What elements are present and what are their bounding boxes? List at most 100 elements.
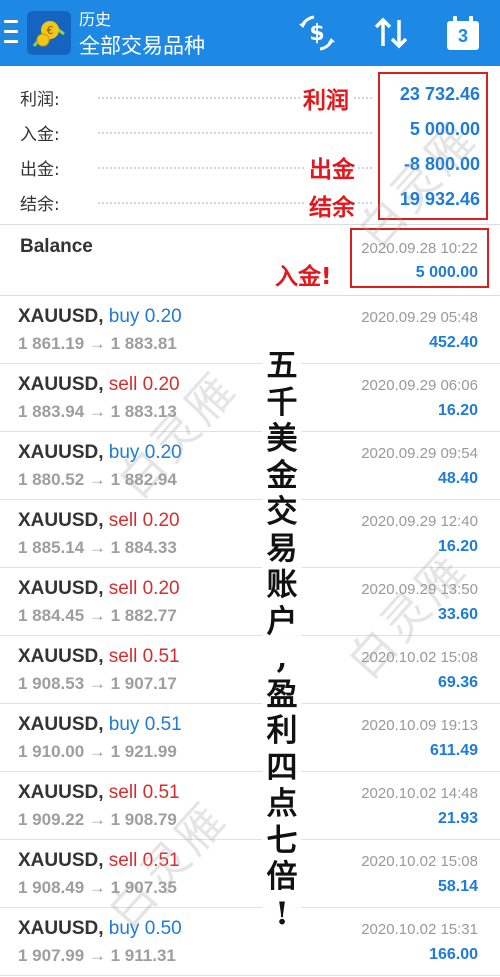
trade-profit: 48.40 <box>437 470 478 487</box>
trade-time: 2020.09.29 12:40 <box>361 513 478 530</box>
svg-text:$: $ <box>309 21 324 46</box>
trade-lots: 0.51 <box>142 850 180 871</box>
trade-profit: 21.93 <box>437 810 478 827</box>
symbol-text: XAUUSD, <box>18 714 104 735</box>
trade-prices: 1 861.19 → 1 883.81 <box>18 334 177 353</box>
trade-time: 2020.09.29 09:54 <box>361 445 478 462</box>
overlay-char: 千 <box>266 384 298 421</box>
trade-side: buy <box>108 918 140 939</box>
overlay-char: 倍 <box>266 859 298 895</box>
overlay-char: 美 <box>266 421 298 457</box>
trade-lots: 0.51 <box>142 782 180 803</box>
deposit-label: 入金: <box>20 125 60 145</box>
overlay-char: 易 <box>266 530 298 567</box>
trade-row[interactable]: XAUUSD, sell 0.51 1 908.49 → 1 907.35 2020… <box>0 840 500 908</box>
trade-time: 2020.10.02 14:48 <box>361 785 478 802</box>
trade-time: 2020.10.02 15:08 <box>361 649 478 666</box>
trade-side: buy <box>108 306 140 327</box>
profit-label: 利润: <box>20 90 60 110</box>
symbol-text: XAUUSD, <box>18 578 104 599</box>
trade-prices: 1 884.45 → 1 882.77 <box>18 606 177 625</box>
trade-symbol: XAUUSD, sell 0.51 <box>18 646 180 668</box>
annotation-profit: 利润 <box>300 81 352 115</box>
symbol-text: XAUUSD, <box>18 918 104 939</box>
trade-symbol: XAUUSD, sell 0.20 <box>18 510 180 532</box>
trade-side: sell <box>108 850 138 871</box>
trade-time: 2020.09.29 06:06 <box>361 377 478 394</box>
symbol-filter[interactable]: 全部交易品种 <box>79 30 205 60</box>
trade-lots: 0.20 <box>144 306 182 327</box>
app-logo: € <box>27 11 71 55</box>
trade-side: sell <box>108 578 138 599</box>
calendar-day: 3 <box>457 26 468 46</box>
trade-prices: 1 908.53 → 1 907.17 <box>18 674 177 693</box>
annotation-balance: 结余 <box>306 188 358 222</box>
trade-row[interactable]: XAUUSD, sell 0.20 1 885.14 → 1 884.33 2020… <box>0 500 500 568</box>
trade-time: 2020.10.02 15:08 <box>361 853 478 870</box>
trade-side: buy <box>108 442 140 463</box>
highlight-box-summary <box>378 72 488 220</box>
trade-row[interactable]: XAUUSD, buy 0.50 1 907.99 → 1 911.31 2020.… <box>0 908 500 976</box>
trade-prices: 1 909.22 → 1 908.79 <box>18 810 177 829</box>
symbol-text: XAUUSD, <box>18 510 104 531</box>
calendar-icon[interactable]: 3 <box>442 12 484 54</box>
symbol-text: XAUUSD, <box>18 782 104 803</box>
trade-row[interactable]: XAUUSD, sell 0.20 1 883.94 → 1 883.13 2020… <box>0 364 500 432</box>
symbol-text: XAUUSD, <box>18 850 104 871</box>
withdrawal-label: 出金: <box>20 160 60 180</box>
trade-symbol: XAUUSD, buy 0.51 <box>18 714 182 736</box>
trade-prices: 1 907.99 → 1 911.31 <box>18 946 176 965</box>
trade-profit: 69.36 <box>437 674 478 691</box>
trade-row[interactable]: XAUUSD, sell 0.20 1 884.45 → 1 882.77 2020… <box>0 568 500 636</box>
symbol-text: XAUUSD, <box>18 306 104 327</box>
trade-row[interactable]: XAUUSD, sell 0.51 1 909.22 → 1 908.79 2020… <box>0 772 500 840</box>
trade-side: sell <box>108 782 138 803</box>
symbol-text: XAUUSD, <box>18 374 104 395</box>
trade-lots: 0.51 <box>144 714 182 735</box>
overlay-char: 七 <box>266 822 298 859</box>
trade-lots: 0.20 <box>142 578 180 599</box>
trade-row[interactable]: XAUUSD, sell 0.51 1 908.53 → 1 907.17 2020… <box>0 636 500 704</box>
overlay-char: 五 <box>266 348 298 384</box>
trade-symbol: XAUUSD, sell 0.51 <box>18 782 180 804</box>
annotation-withdrawal: 出金 <box>306 150 358 184</box>
overlay-char: 户 <box>266 603 298 640</box>
menu-icon[interactable] <box>4 14 20 50</box>
trade-prices: 1 885.14 → 1 884.33 <box>18 538 177 557</box>
trade-prices: 1 910.00 → 1 921.99 <box>18 742 177 761</box>
trade-symbol: XAUUSD, buy 0.50 <box>18 918 182 940</box>
header-title: 历史 <box>79 10 112 29</box>
trade-side: sell <box>108 646 138 667</box>
symbol-text: XAUUSD, <box>18 442 104 463</box>
trade-time: 2020.09.29 05:48 <box>361 309 478 326</box>
trade-profit: 16.20 <box>437 402 478 419</box>
currency-exchange-icon[interactable]: $ <box>296 12 338 54</box>
app-bar: € 历史 全部交易品种 $ 3 <box>0 0 500 66</box>
trade-profit: 58.14 <box>437 878 478 895</box>
overlay-char: 四 <box>266 749 298 786</box>
trade-symbol: XAUUSD, sell 0.51 <box>18 850 180 872</box>
trade-row[interactable]: XAUUSD, buy 0.20 1 880.52 → 1 882.94 2020.… <box>0 432 500 500</box>
trade-profit: 166.00 <box>429 946 478 963</box>
symbol-text: XAUUSD, <box>18 646 104 667</box>
sort-icon[interactable] <box>370 12 412 54</box>
overlay-char: 盈 <box>266 676 298 713</box>
trade-side: sell <box>108 510 138 531</box>
trade-prices: 1 908.49 → 1 907.35 <box>18 878 177 897</box>
trade-row[interactable]: XAUUSD, buy 0.51 1 910.00 → 1 921.99 2020.… <box>0 704 500 772</box>
highlight-box-balance <box>350 228 489 288</box>
trade-row[interactable]: XAUUSD, buy 0.20 1 861.19 → 1 883.81 2020.… <box>0 296 500 364</box>
trade-lots: 0.20 <box>144 442 182 463</box>
trade-side: buy <box>108 714 140 735</box>
overlay-char: , <box>276 640 288 676</box>
trade-time: 2020.09.29 13:50 <box>361 581 478 598</box>
divider <box>0 224 500 225</box>
trade-lots: 0.20 <box>142 374 180 395</box>
overlay-char: 交 <box>266 494 298 530</box>
trade-symbol: XAUUSD, sell 0.20 <box>18 374 180 396</box>
trade-lots: 0.51 <box>142 646 180 667</box>
trade-symbol: XAUUSD, sell 0.20 <box>18 578 180 600</box>
trade-prices: 1 883.94 → 1 883.13 <box>18 402 177 421</box>
balance-label: 结余: <box>20 195 60 215</box>
trade-time: 2020.10.09 19:13 <box>361 717 478 734</box>
